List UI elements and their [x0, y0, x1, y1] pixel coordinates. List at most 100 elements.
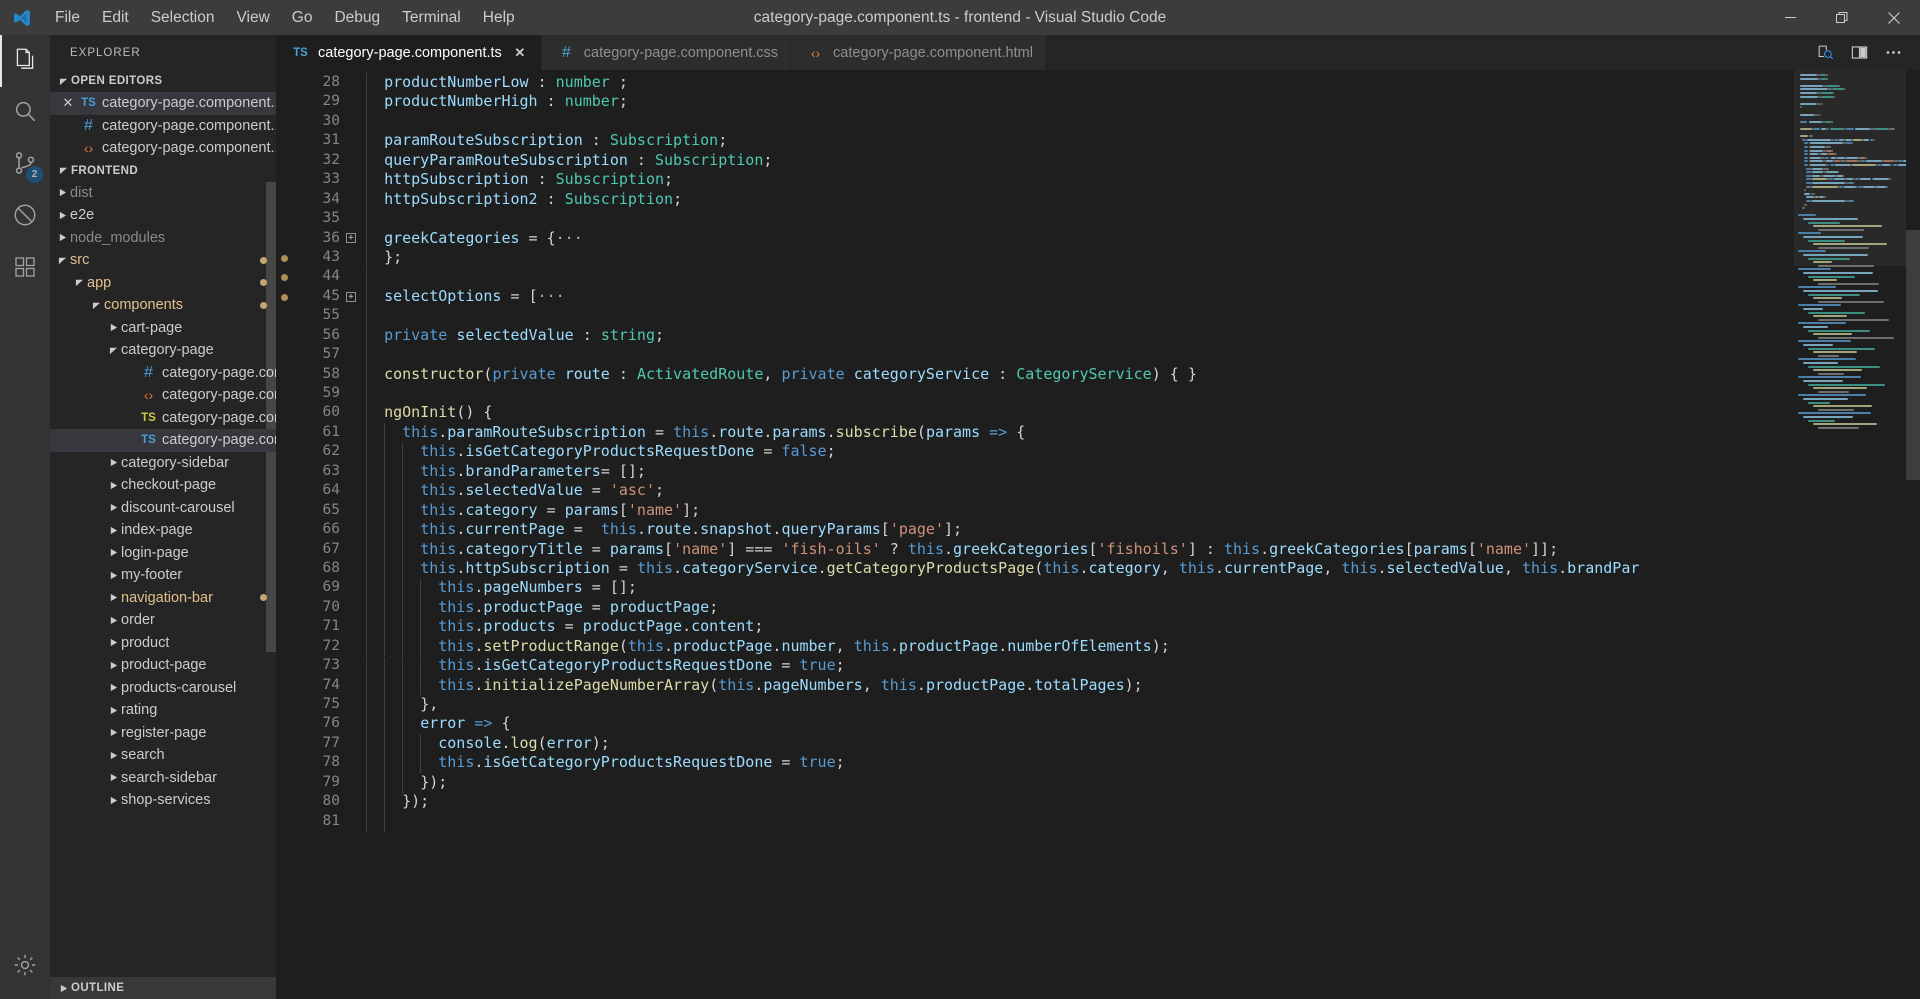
tab-category-page.component.ts[interactable]: TS category-page.component.ts ✕ [276, 35, 542, 70]
code-line[interactable]: 69 this.pageNumbers = []; [276, 578, 1639, 597]
code-line[interactable]: 79 }); [276, 773, 1639, 792]
code-line[interactable]: 62 this.isGetCategoryProductsRequestDone… [276, 442, 1639, 461]
tree-item-e2e[interactable]: e2e [50, 204, 276, 227]
code-line[interactable]: 64 this.selectedValue = 'asc'; [276, 481, 1639, 500]
minimize-button[interactable] [1764, 0, 1816, 35]
menu-edit[interactable]: Edit [91, 0, 140, 35]
code-line[interactable]: 55 [276, 306, 1639, 325]
code-line[interactable]: 65 this.category = params['name']; [276, 501, 1639, 520]
code-line[interactable]: 68 this.httpSubscription = this.category… [276, 559, 1640, 578]
code-line[interactable]: 43 }; [276, 248, 1639, 267]
open-editor-item[interactable]: ‹› category-page.component.... [50, 137, 276, 160]
editor-vertical-scrollbar[interactable] [1906, 230, 1920, 480]
tree-item-category-sidebar[interactable]: category-sidebar [50, 452, 276, 475]
fold-expand-icon[interactable]: + [340, 287, 362, 306]
code-line[interactable]: 78 this.isGetCategoryProductsRequestDone… [276, 753, 1639, 772]
fold-expand-icon[interactable]: + [340, 229, 362, 248]
split-editor-icon[interactable] [1844, 38, 1874, 68]
code-line[interactable]: 70 this.productPage = productPage; [276, 598, 1639, 617]
minimap[interactable] [1794, 70, 1906, 999]
tree-item-product[interactable]: product [50, 632, 276, 655]
code-line[interactable]: 56 private selectedValue : string; [276, 326, 1639, 345]
menu-terminal[interactable]: Terminal [391, 0, 472, 35]
menu-go[interactable]: Go [281, 0, 324, 35]
tree-item-search-sidebar[interactable]: search-sidebar [50, 767, 276, 790]
code-lines[interactable]: 28 productNumberLow : number ; 29 product… [276, 70, 1639, 999]
code-scroll-region[interactable]: 28 productNumberLow : number ; 29 product… [276, 70, 1794, 999]
code-line[interactable]: 58 constructor(private route : Activated… [276, 365, 1639, 384]
tree-item-discount-carousel[interactable]: discount-carousel [50, 497, 276, 520]
tree-item-rating[interactable]: rating [50, 699, 276, 722]
section-outline[interactable]: OUTLINE [50, 977, 276, 999]
code-line[interactable]: 36 + greekCategories = {··· [276, 229, 1639, 248]
menu-selection[interactable]: Selection [140, 0, 226, 35]
tree-item-node-modules[interactable]: node_modules [50, 227, 276, 250]
section-frontend[interactable]: FRONTEND [50, 160, 276, 182]
tree-item-category-page-compo-[interactable]: # category-page.compo... [50, 362, 276, 385]
tree-item-order[interactable]: order [50, 609, 276, 632]
tab-category-page.component.html[interactable]: ‹› category-page.component.html [791, 35, 1046, 70]
tree-item-checkout-page[interactable]: checkout-page [50, 474, 276, 497]
code-line[interactable]: 34 httpSubscription2 : Subscription; [276, 190, 1639, 209]
activity-item-explorer[interactable] [0, 35, 50, 87]
open-editor-item[interactable]: ✕ TS category-page.component.... [50, 92, 276, 115]
tree-item-app[interactable]: app [50, 272, 276, 295]
code-line[interactable]: 31 paramRouteSubscription : Subscription… [276, 131, 1639, 150]
menu-debug[interactable]: Debug [323, 0, 391, 35]
open-preview-icon[interactable] [1810, 38, 1840, 68]
code-line[interactable]: 71 this.products = productPage.content; [276, 617, 1639, 636]
code-line[interactable]: 61 this.paramRouteSubscription = this.ro… [276, 423, 1639, 442]
tree-item-search[interactable]: search [50, 744, 276, 767]
menu-view[interactable]: View [225, 0, 280, 35]
activity-item-search[interactable] [0, 87, 50, 139]
code-line[interactable]: 28 productNumberLow : number ; [276, 73, 1639, 92]
code-line[interactable]: 45 + selectOptions = [··· [276, 287, 1639, 306]
tree-item-shop-services[interactable]: shop-services [50, 789, 276, 812]
tree-item-category-page-compo-[interactable]: TS category-page.compo... [50, 429, 276, 452]
code-line[interactable]: 60 ngOnInit() { [276, 403, 1639, 422]
code-line[interactable]: 76 error => { [276, 714, 1639, 733]
overview-ruler[interactable] [1906, 70, 1920, 999]
tree-item-category-page-compo-[interactable]: ‹› category-page.compo... [50, 384, 276, 407]
tree-item-register-page[interactable]: register-page [50, 722, 276, 745]
more-actions-icon[interactable] [1878, 38, 1908, 68]
tree-item-navigation-bar[interactable]: navigation-bar [50, 587, 276, 610]
tab-category-page.component.css[interactable]: # category-page.component.css [541, 35, 792, 70]
tab-close-icon[interactable]: ✕ [511, 45, 529, 61]
code-line[interactable]: 44 [276, 267, 1639, 286]
tree-item-product-page[interactable]: product-page [50, 654, 276, 677]
code-line[interactable]: 75 }, [276, 695, 1639, 714]
code-line[interactable]: 30 [276, 112, 1639, 131]
code-line[interactable]: 29 productNumberHigh : number; [276, 92, 1639, 111]
tree-item-category-page[interactable]: category-page [50, 339, 276, 362]
code-line[interactable]: 73 this.isGetCategoryProductsRequestDone… [276, 656, 1639, 675]
maximize-restore-button[interactable] [1816, 0, 1868, 35]
code-line[interactable]: 80 }); [276, 792, 1639, 811]
code-line[interactable]: 35 [276, 209, 1639, 228]
code-line[interactable]: 67 this.categoryTitle = params['name'] =… [276, 540, 1639, 559]
code-line[interactable]: 63 this.brandParameters= []; [276, 462, 1639, 481]
tree-item-components[interactable]: components [50, 294, 276, 317]
tree-item-my-footer[interactable]: my-footer [50, 564, 276, 587]
code-line[interactable]: 57 [276, 345, 1639, 364]
code-line[interactable]: 72 this.setProductRange(this.productPage… [276, 637, 1639, 656]
tree-item-category-page-compo-[interactable]: TS category-page.compo... [50, 407, 276, 430]
activity-item-extensions[interactable] [0, 243, 50, 295]
menu-file[interactable]: File [44, 0, 91, 35]
section-open-editors[interactable]: OPEN EDITORS [50, 70, 276, 92]
close-editor-icon[interactable]: ✕ [58, 95, 78, 111]
tree-item-login-page[interactable]: login-page [50, 542, 276, 565]
code-line[interactable]: 59 [276, 384, 1639, 403]
code-line[interactable]: 66 this.currentPage = this.route.snapsho… [276, 520, 1639, 539]
tree-item-index-page[interactable]: index-page [50, 519, 276, 542]
activity-item-source-control[interactable]: 2 [0, 139, 50, 191]
code-line[interactable]: 81 [276, 812, 1639, 831]
code-line[interactable]: 32 queryParamRouteSubscription : Subscri… [276, 151, 1639, 170]
activity-item-debug[interactable] [0, 191, 50, 243]
code-line[interactable]: 77 console.log(error); [276, 734, 1639, 753]
tree-item-products-carousel[interactable]: products-carousel [50, 677, 276, 700]
open-editor-item[interactable]: # category-page.component.... [50, 115, 276, 138]
close-window-button[interactable] [1868, 0, 1920, 35]
code-line[interactable]: 33 httpSubscription : Subscription; [276, 170, 1639, 189]
activity-item-settings[interactable] [0, 941, 50, 993]
